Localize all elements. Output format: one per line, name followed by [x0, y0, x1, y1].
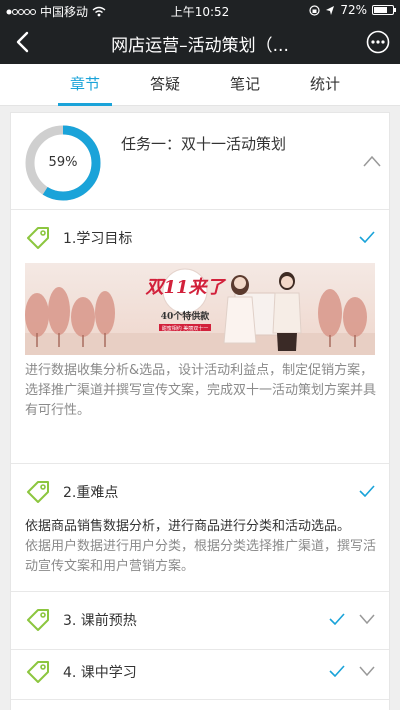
- section-pre-class[interactable]: 3. 课前预热: [11, 599, 389, 639]
- banner-tagline: 甜蜜相约 美丽双十一: [162, 325, 209, 332]
- chevron-up-icon[interactable]: [363, 155, 381, 167]
- lock-rotation-icon: [309, 4, 320, 16]
- location-arrow-icon: [326, 5, 335, 15]
- chevron-down-icon[interactable]: [359, 614, 375, 624]
- tab-notes[interactable]: 笔记: [210, 64, 280, 106]
- banner-headline: 双11来了: [144, 277, 226, 298]
- section-label: 4. 课中学习: [63, 665, 137, 681]
- section-learning-goals[interactable]: 1.学习目标: [11, 217, 389, 257]
- tag-icon: [27, 661, 49, 683]
- back-chevron-icon[interactable]: [10, 28, 38, 56]
- check-icon: [329, 613, 345, 625]
- status-right: 72%: [309, 3, 396, 17]
- tag-icon: [27, 227, 49, 249]
- tag-icon: [27, 609, 49, 631]
- battery-icon: [372, 5, 396, 15]
- promo-banner-image: 双11来了 40个特供款 甜蜜相约 美丽双十一: [25, 263, 375, 355]
- section-label: 1.学习目标: [63, 231, 133, 247]
- status-bar: 中国移动 上午10:52 72%: [0, 0, 400, 20]
- task-header[interactable]: 59% 任务一：双十一活动策划: [11, 113, 389, 209]
- task-card: 59% 任务一：双十一活动策划 1.学习目标 双11来了 40个特供款 甜蜜相约…: [10, 112, 390, 710]
- section-in-class[interactable]: 4. 课中学习: [11, 651, 389, 691]
- battery-fill: [374, 7, 387, 13]
- section-label: 2.重难点: [63, 485, 119, 501]
- divider: [11, 591, 389, 592]
- check-icon: [359, 231, 375, 243]
- divider: [11, 463, 389, 464]
- chevron-down-icon[interactable]: [359, 666, 375, 676]
- banner-sub: 40个特供款: [161, 310, 211, 322]
- nav-bar: 网店运营–活动策划（...: [0, 20, 400, 64]
- divider: [11, 209, 389, 210]
- check-icon: [329, 665, 345, 677]
- tag-icon: [27, 481, 49, 503]
- more-dots-icon[interactable]: [366, 30, 390, 54]
- progress-label: 59%: [48, 155, 78, 170]
- divider: [11, 699, 389, 700]
- tab-qa[interactable]: 答疑: [130, 64, 200, 106]
- divider: [11, 649, 389, 650]
- section-label: 3. 课前预热: [63, 613, 137, 629]
- key-points-line2: 依据用户数据进行用户分类，根据分类选择推广渠道，撰写活动宣传文案和用户营销方案。: [25, 539, 377, 574]
- tab-bar: 章节 答疑 笔记 统计: [0, 64, 400, 106]
- check-icon: [359, 485, 375, 497]
- key-points-line1: 依据商品销售数据分析，进行商品进行分类和活动选品。: [25, 519, 351, 534]
- page-title: 网店运营–活动策划（...: [111, 36, 289, 56]
- tab-stats[interactable]: 统计: [290, 64, 360, 106]
- tab-chapters[interactable]: 章节: [50, 64, 120, 106]
- task-title: 任务一：双十一活动策划: [121, 135, 287, 153]
- section-key-points[interactable]: 2.重难点: [11, 471, 389, 511]
- learning-goals-text: 进行数据收集分析&选品，设计活动利益点，制定促销方案，选择推广渠道并撰写宣传文案…: [25, 363, 377, 418]
- battery-percent: 72%: [340, 3, 367, 17]
